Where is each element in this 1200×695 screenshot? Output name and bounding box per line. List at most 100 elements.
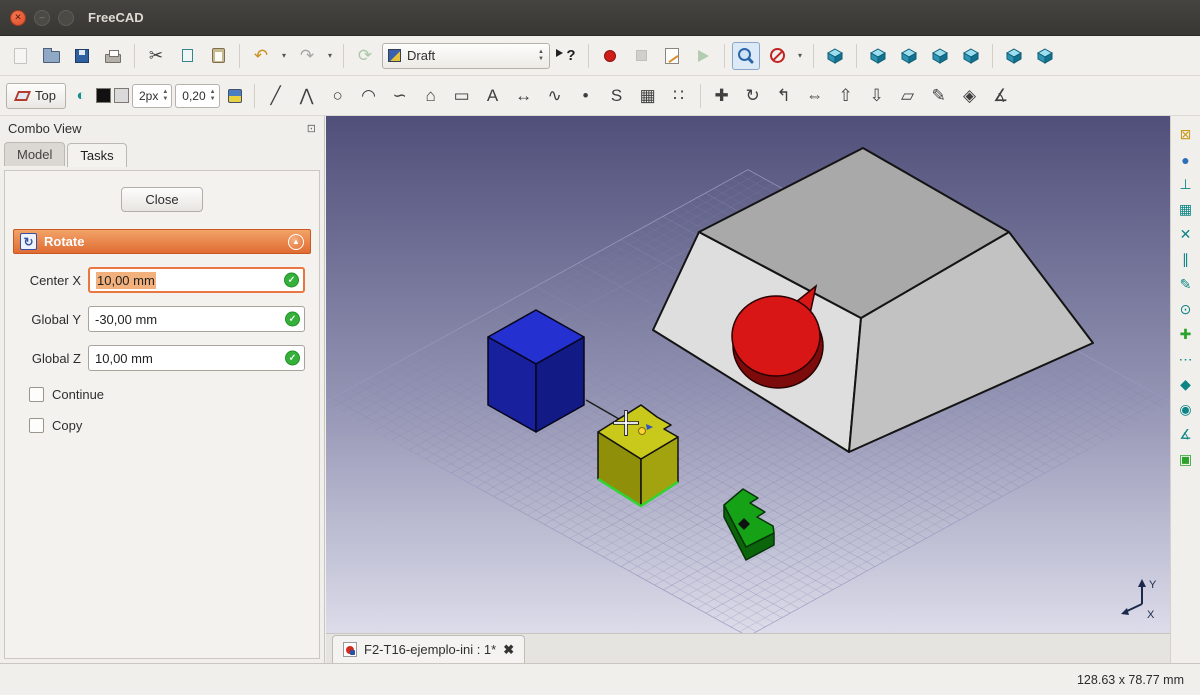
document-tab[interactable]: F2-T16-ejemplo-ini : 1* ✖ bbox=[332, 635, 525, 663]
scale-spinner[interactable]: 0,20 ▲ ▼ bbox=[175, 84, 219, 108]
arc-tool-button[interactable]: ◠ bbox=[355, 82, 383, 110]
line-tool-button[interactable]: ╱ bbox=[262, 82, 290, 110]
spin-down-icon: ▼ bbox=[162, 96, 168, 102]
polygon-tool-button[interactable]: ⌂ bbox=[417, 82, 445, 110]
open-document-button[interactable] bbox=[37, 42, 65, 70]
dimension-tool-button[interactable]: ↔ bbox=[510, 82, 538, 110]
point-tool-button[interactable]: • bbox=[572, 82, 600, 110]
snap-midpoint[interactable]: ◉ bbox=[1175, 399, 1196, 420]
cut-button[interactable]: ✂ bbox=[142, 42, 170, 70]
bspline-tool-button[interactable]: ∿ bbox=[541, 82, 569, 110]
macro-play-button[interactable] bbox=[689, 42, 717, 70]
snap-special[interactable]: ◆ bbox=[1175, 374, 1196, 395]
bottom-view-button[interactable] bbox=[1000, 42, 1028, 70]
facebinder-tool-button[interactable]: ▦ bbox=[634, 82, 662, 110]
face-color-swatch[interactable] bbox=[114, 88, 129, 103]
line-width-spinner[interactable]: 2px ▲ ▼ bbox=[132, 84, 172, 108]
redo-button[interactable]: ↷ bbox=[293, 42, 321, 70]
rotate-task-header[interactable]: ↻ Rotate ▲ bbox=[13, 229, 311, 254]
left-view-button[interactable] bbox=[1031, 42, 1059, 70]
snap-endpoint[interactable]: ● bbox=[1175, 149, 1196, 170]
snap-perpendicular[interactable]: ⊥ bbox=[1175, 174, 1196, 195]
window-maximize-button[interactable] bbox=[58, 10, 74, 26]
undo-button[interactable]: ↶ bbox=[247, 42, 275, 70]
refresh-button[interactable]: ⟳ bbox=[351, 42, 379, 70]
line-width-arrows[interactable]: ▲ ▼ bbox=[162, 89, 168, 102]
circle-tool-button[interactable]: ○ bbox=[324, 82, 352, 110]
move-tool-button[interactable]: ✚ bbox=[708, 82, 736, 110]
box-zoom-button[interactable] bbox=[732, 42, 760, 70]
snap-extension[interactable]: ⋯ bbox=[1175, 349, 1196, 370]
whats-this-button[interactable]: ? bbox=[553, 42, 581, 70]
collapse-task-icon[interactable]: ▲ bbox=[288, 234, 304, 250]
working-plane-button[interactable]: Top bbox=[6, 83, 66, 109]
macro-stop-button[interactable] bbox=[627, 42, 655, 70]
slope-tool-button[interactable]: ∡ bbox=[987, 82, 1015, 110]
global-z-input[interactable]: 10,00 mm ✓ bbox=[88, 345, 305, 371]
snap-ortho[interactable]: ✚ bbox=[1175, 324, 1196, 345]
top-view-button[interactable] bbox=[895, 42, 923, 70]
rear-view-button[interactable] bbox=[957, 42, 985, 70]
right-view-button[interactable] bbox=[926, 42, 954, 70]
draw-style-dropdown[interactable]: ▾ bbox=[794, 42, 806, 70]
apply-style-button[interactable] bbox=[223, 84, 247, 108]
workbench-selector[interactable]: Draft ▲ ▼ bbox=[382, 43, 550, 69]
print-button[interactable] bbox=[99, 42, 127, 70]
blue-cube[interactable] bbox=[488, 310, 584, 432]
close-task-button[interactable]: Close bbox=[121, 187, 203, 212]
save-button[interactable] bbox=[68, 42, 96, 70]
rotate-tool-button[interactable]: ↻ bbox=[739, 82, 767, 110]
copy-checkbox[interactable] bbox=[29, 418, 44, 433]
global-y-input[interactable]: -30,00 mm ✓ bbox=[88, 306, 305, 332]
refresh-icon: ⟳ bbox=[358, 46, 372, 66]
rotate-tool-icon: ↻ bbox=[745, 86, 759, 106]
scale-arrows[interactable]: ▲ ▼ bbox=[210, 89, 216, 102]
snap-intersection[interactable]: ✕ bbox=[1175, 224, 1196, 245]
snap-center[interactable]: ⊙ bbox=[1175, 299, 1196, 320]
tab-tasks[interactable]: Tasks bbox=[67, 143, 126, 167]
copy-button[interactable] bbox=[173, 42, 201, 70]
float-dock-icon[interactable]: ⊡ bbox=[307, 122, 316, 135]
construction-mode-button[interactable]: ◐ bbox=[69, 84, 93, 108]
axonometric-view-button[interactable] bbox=[821, 42, 849, 70]
field-row-global-z: Global Z 10,00 mm ✓ bbox=[19, 345, 305, 371]
window-close-button[interactable]: ✕ bbox=[10, 10, 26, 26]
new-document-button[interactable] bbox=[6, 42, 34, 70]
3d-viewport[interactable]: Y X bbox=[326, 116, 1170, 633]
undo-dropdown[interactable]: ▾ bbox=[278, 42, 290, 70]
wire-tool-button[interactable]: ⋀ bbox=[293, 82, 321, 110]
draw-style-button[interactable] bbox=[763, 42, 791, 70]
subelement-tool-button[interactable]: ◈ bbox=[956, 82, 984, 110]
window-minimize-button[interactable]: – bbox=[34, 10, 50, 26]
snap-angle[interactable]: ∡ bbox=[1175, 424, 1196, 445]
snap-lock[interactable]: ⊠ bbox=[1175, 124, 1196, 145]
downgrade-tool-button[interactable]: ⇩ bbox=[863, 82, 891, 110]
center-x-input[interactable]: 10,00 mm ✓ bbox=[88, 267, 305, 293]
combo-spin-arrows[interactable]: ▲ ▼ bbox=[538, 49, 544, 62]
front-view-button[interactable] bbox=[864, 42, 892, 70]
snap-workingplane[interactable]: ▣ bbox=[1175, 449, 1196, 470]
rectangle-tool-button[interactable]: ▭ bbox=[448, 82, 476, 110]
snap-grid[interactable]: ▦ bbox=[1175, 199, 1196, 220]
upgrade-tool-button[interactable]: ⇧ bbox=[832, 82, 860, 110]
macro-edit-button[interactable] bbox=[658, 42, 686, 70]
offset-tool-button[interactable]: ↰ bbox=[770, 82, 798, 110]
array-tool-button[interactable]: ∷ bbox=[665, 82, 693, 110]
tab-model[interactable]: Model bbox=[4, 142, 65, 166]
redo-dropdown[interactable]: ▾ bbox=[324, 42, 336, 70]
bezier-tool-button[interactable]: ∽ bbox=[386, 82, 414, 110]
document-tab-close-icon[interactable]: ✖ bbox=[503, 642, 514, 658]
text-tool-button[interactable]: A bbox=[479, 82, 507, 110]
edit-tool-button[interactable]: ✎ bbox=[925, 82, 953, 110]
arc-tool-icon: ◠ bbox=[361, 86, 376, 106]
snap-parallel[interactable]: ∥ bbox=[1175, 249, 1196, 270]
trimex-tool-button[interactable]: ⇔ bbox=[801, 82, 829, 110]
snap-near[interactable]: ✎ bbox=[1175, 274, 1196, 295]
point-tool-icon: • bbox=[583, 86, 589, 106]
paste-button[interactable] bbox=[204, 42, 232, 70]
macro-record-button[interactable] bbox=[596, 42, 624, 70]
line-color-swatch[interactable] bbox=[96, 88, 111, 103]
continue-checkbox[interactable] bbox=[29, 387, 44, 402]
scale-tool-button[interactable]: ▱ bbox=[894, 82, 922, 110]
shapestring-tool-button[interactable]: S bbox=[603, 82, 631, 110]
